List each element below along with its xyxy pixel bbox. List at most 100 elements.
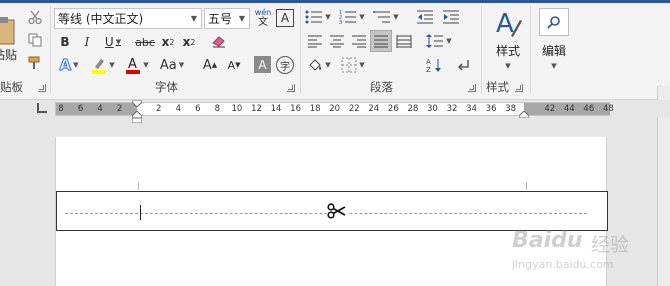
- enclose-characters-button[interactable]: 字: [276, 56, 294, 74]
- first-line-indent-marker[interactable]: [132, 100, 142, 107]
- chevron-down-icon[interactable]: ▼: [187, 9, 201, 28]
- chevron-down-icon[interactable]: ▼: [505, 62, 510, 70]
- styles-dialog-launcher[interactable]: [515, 84, 523, 92]
- character-border-button[interactable]: A: [276, 9, 294, 27]
- font-name-combo[interactable]: 等线 (中文正文) ▼: [54, 8, 202, 29]
- bullets-button[interactable]: ▼: [304, 7, 332, 27]
- align-left-button[interactable]: [304, 31, 326, 51]
- chevron-down-icon[interactable]: ▼: [109, 61, 114, 69]
- line-spacing-button[interactable]: ▼: [424, 31, 454, 51]
- character-shading-button[interactable]: A: [254, 56, 271, 73]
- font-name-value: 等线 (中文正文): [58, 12, 144, 26]
- ruler-tick-label: 8: [58, 104, 64, 114]
- chevron-down-icon[interactable]: ▼: [116, 38, 121, 46]
- chevron-down-icon[interactable]: ▼: [73, 61, 78, 69]
- chevron-down-icon[interactable]: ▼: [325, 13, 330, 21]
- font-size-combo[interactable]: 五号 ▼: [204, 8, 250, 29]
- font-color-button[interactable]: A ▼: [123, 55, 151, 75]
- paragraph-dialog-launcher[interactable]: [468, 84, 476, 92]
- bold-button[interactable]: B: [56, 33, 74, 51]
- chevron-down-icon[interactable]: ▼: [446, 37, 451, 45]
- grow-font-button[interactable]: A ▲: [200, 56, 220, 74]
- chevron-down-icon[interactable]: ▼: [393, 13, 398, 21]
- underline-button[interactable]: U ▼: [100, 33, 126, 51]
- grow-font-label: A: [202, 57, 212, 73]
- cut-button[interactable]: [26, 8, 44, 26]
- ruler-tick-label: 30: [427, 104, 438, 114]
- search-icon: [547, 16, 560, 29]
- ruler-tick-label: 6: [195, 104, 201, 114]
- clear-formatting-button[interactable]: [208, 31, 230, 51]
- change-case-label: Aa: [159, 57, 177, 73]
- align-right-icon: [352, 35, 366, 48]
- strikethrough-label: abc: [135, 35, 155, 49]
- change-case-button[interactable]: Aa ▼: [157, 56, 187, 74]
- ruler-tick-label: 26: [387, 104, 399, 114]
- ruler-tick-label: 48: [602, 104, 614, 114]
- shading-button[interactable]: ▼: [304, 55, 334, 75]
- multilevel-list-button[interactable]: ▼: [372, 7, 400, 27]
- watermark-cn: 经验: [591, 234, 630, 256]
- borders-button[interactable]: ▼: [338, 55, 368, 75]
- crop-mark: [526, 182, 527, 190]
- format-painter-button[interactable]: [26, 54, 44, 72]
- ruler-tick-label: 16: [290, 104, 302, 114]
- sort-icon: AZ: [426, 58, 441, 73]
- editing-label: 编辑: [541, 44, 566, 58]
- distributed-button[interactable]: [393, 31, 415, 51]
- ruler-tick-label: 44: [563, 104, 575, 114]
- ruler-tick-label: 22: [348, 104, 360, 114]
- phonetic-guide-button[interactable]: wén 文: [252, 6, 274, 30]
- numbering-button[interactable]: 1 2 3 ▼: [338, 7, 366, 27]
- scissors-icon: [327, 201, 347, 221]
- chevron-down-icon[interactable]: ▼: [143, 61, 148, 69]
- chevron-down-icon[interactable]: ▼: [235, 9, 249, 28]
- multilevel-list-icon: [373, 11, 391, 23]
- right-indent-marker[interactable]: [519, 111, 529, 118]
- horizontal-ruler[interactable]: 8 6 4 2 2 4 6 8 10 12 14 16 18 20 22 24 26 28 30 32 34 36 38 42…: [0, 100, 670, 123]
- styles-button[interactable]: A 样式 ▼: [488, 8, 528, 74]
- copy-button[interactable]: [26, 31, 44, 49]
- align-center-icon: [330, 35, 344, 48]
- ribbon-accent-bar: [0, 0, 670, 3]
- decrease-indent-button[interactable]: [414, 7, 436, 27]
- strikethrough-button[interactable]: abc: [133, 33, 157, 51]
- chevron-down-icon[interactable]: ▼: [551, 62, 556, 70]
- ruler-tick-label: 46: [583, 104, 595, 114]
- chevron-down-icon[interactable]: ▼: [359, 61, 364, 69]
- tab-selector-icon[interactable]: [37, 103, 47, 113]
- italic-label: I: [84, 35, 90, 49]
- group-separator: [481, 6, 482, 94]
- ruler-tick-label: 38: [505, 104, 517, 114]
- watermark-url: jingyan.baidu.com: [512, 258, 614, 271]
- character-shading-label: A: [258, 57, 267, 72]
- subscript-button[interactable]: x2: [159, 33, 177, 51]
- phonetic-guide-bottom: 文: [258, 17, 268, 28]
- italic-button[interactable]: I: [78, 33, 96, 51]
- superscript-sup: 2: [190, 37, 196, 47]
- chevron-down-icon[interactable]: ▼: [359, 13, 364, 21]
- clipboard-group-label: 贴板: [0, 80, 23, 94]
- watermark-brand: Baidu: [512, 228, 583, 253]
- paste-button[interactable]: 粘贴: [0, 10, 20, 68]
- underline-label: U: [104, 35, 114, 49]
- ruler-tick-label: 14: [270, 104, 282, 114]
- show-marks-button[interactable]: [455, 55, 473, 75]
- subscript-base: x: [161, 35, 170, 49]
- highlight-color-button[interactable]: ▼: [89, 55, 117, 75]
- justify-button[interactable]: [370, 30, 392, 52]
- font-dialog-launcher[interactable]: [287, 84, 295, 92]
- text-effects-button[interactable]: A ▼: [56, 56, 82, 75]
- align-right-button[interactable]: [348, 31, 370, 51]
- increase-indent-button[interactable]: [440, 7, 462, 27]
- hanging-indent-marker[interactable]: [132, 111, 142, 123]
- clipboard-dialog-launcher[interactable]: [38, 84, 46, 92]
- editing-button[interactable]: 编辑 ▼: [536, 8, 572, 74]
- superscript-button[interactable]: x2: [180, 33, 198, 51]
- chevron-down-icon[interactable]: ▼: [325, 61, 330, 69]
- align-center-button[interactable]: [326, 31, 348, 51]
- ruler-tick-label: 18: [309, 104, 321, 114]
- sort-button[interactable]: AZ: [424, 55, 444, 75]
- shrink-font-button[interactable]: A ▼: [224, 56, 244, 74]
- chevron-down-icon[interactable]: ▼: [179, 61, 184, 69]
